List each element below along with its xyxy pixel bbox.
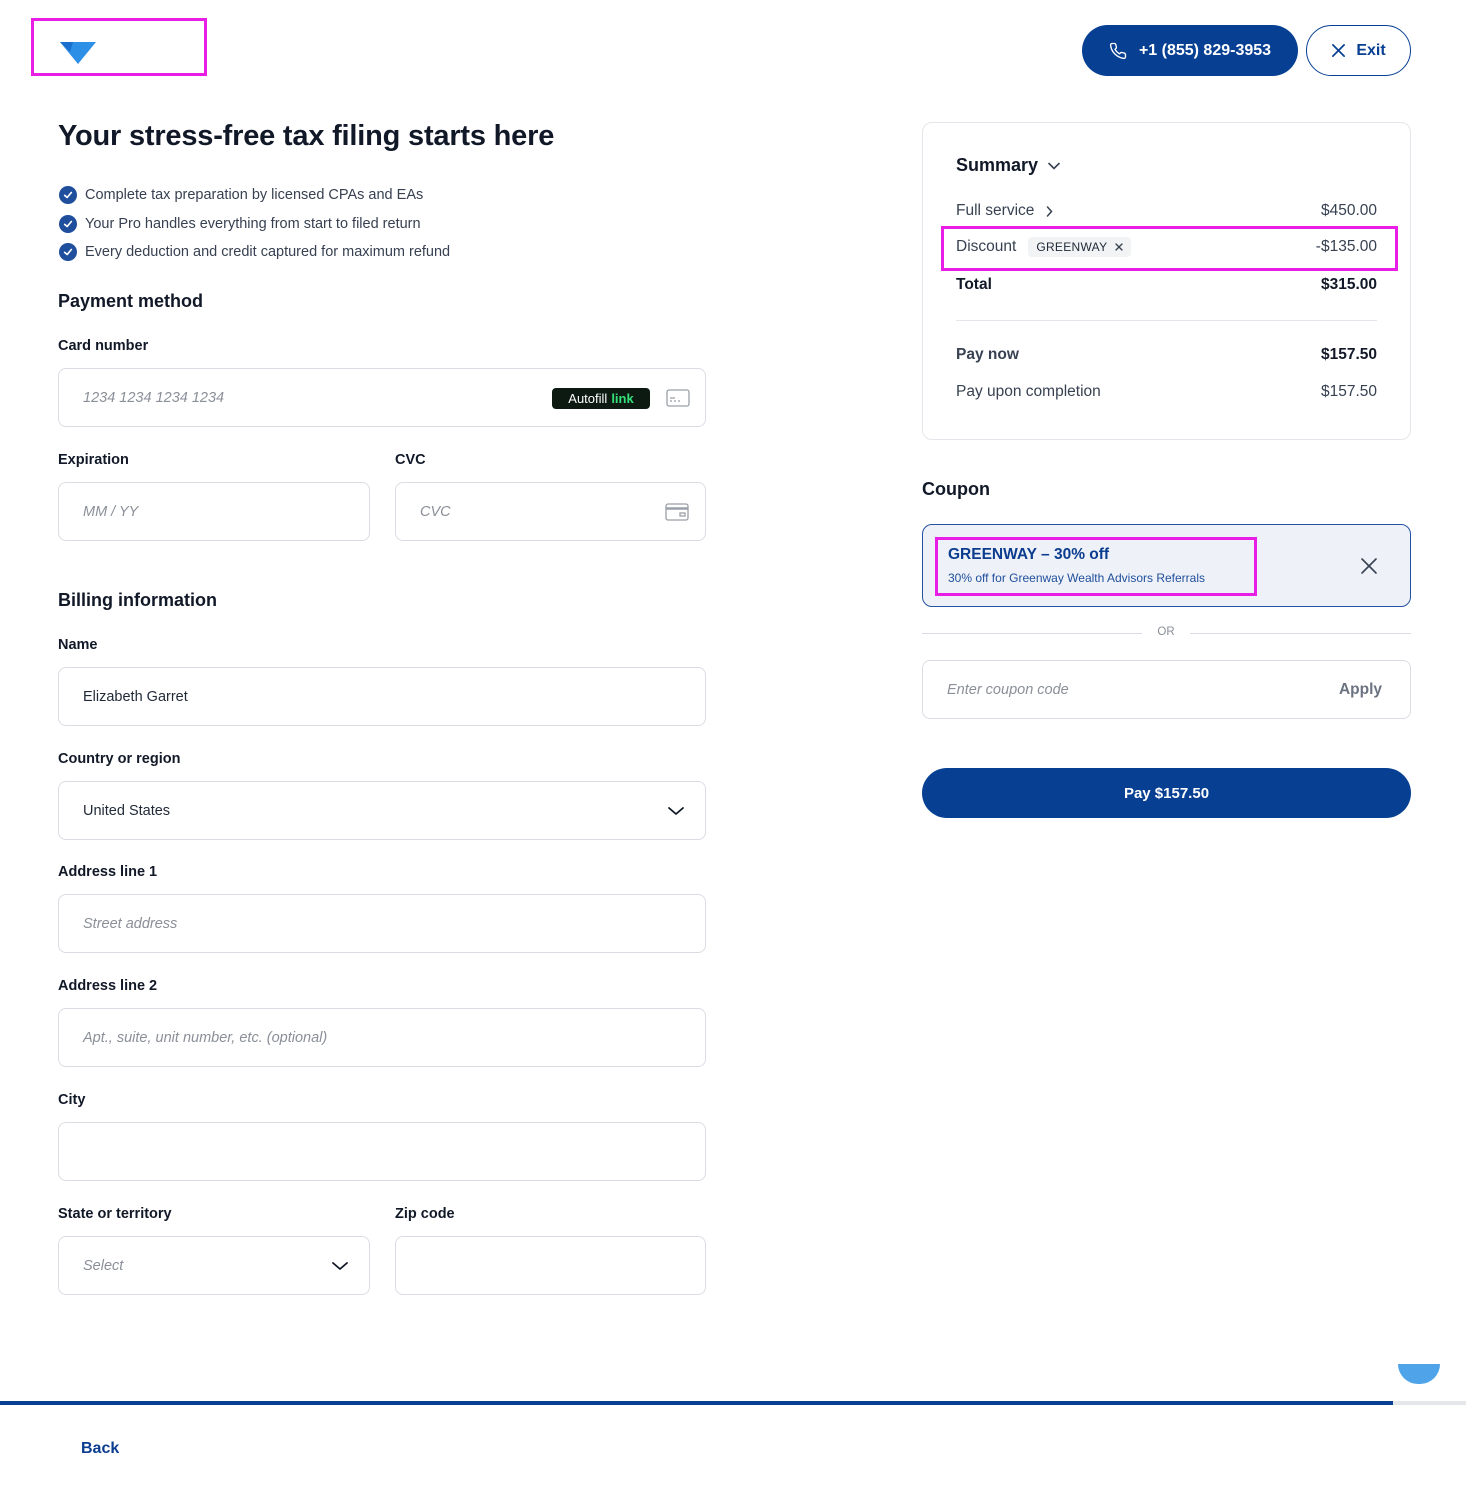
autofill-text: Autofill (568, 391, 608, 406)
remove-discount-icon[interactable] (1115, 243, 1124, 251)
discount-row: Discount GREENWAY -$135.00 (956, 237, 1377, 257)
coupon-title: Coupon (922, 479, 990, 499)
phone-label: +1 (855) 829-3953 (1138, 41, 1272, 59)
full-service-label: Full service (956, 202, 1035, 219)
logo-highlight (31, 18, 207, 76)
benefit-text: Your Pro handles everything from start t… (85, 215, 421, 232)
expiration-input[interactable]: MM / YY (58, 482, 370, 541)
benefit-text: Every deduction and credit captured for … (85, 244, 451, 261)
city-label: City (58, 1092, 86, 1108)
discount-label: Discount (956, 238, 1017, 255)
autofill-link-button[interactable]: Autofill link (552, 388, 650, 409)
state-select[interactable]: Select (58, 1236, 370, 1295)
applied-coupon-description: 30% off for Greenway Wealth Advisors Ref… (948, 571, 1206, 585)
chevron-down-icon (1048, 162, 1060, 170)
or-divider-left (922, 633, 1142, 634)
progress-fill (0, 1401, 1393, 1405)
full-service-value: $450.00 (1320, 202, 1377, 219)
coupon-code-input[interactable]: Enter coupon code Apply (922, 660, 1411, 719)
or-divider-text: OR (1157, 626, 1175, 638)
pay-now-value: $157.50 (1320, 346, 1377, 363)
total-value: $315.00 (1320, 276, 1377, 293)
phone-icon (1109, 42, 1127, 59)
pay-button[interactable]: Pay $157.50 (922, 768, 1411, 818)
progress-bar (0, 1401, 1466, 1405)
cvc-label: CVC (395, 452, 426, 468)
help-widget[interactable] (1398, 1364, 1440, 1384)
card-icon (666, 389, 690, 407)
address2-label: Address line 2 (58, 978, 158, 994)
exit-button[interactable]: Exit (1306, 25, 1411, 76)
remove-coupon-button[interactable] (1358, 555, 1380, 577)
total-label: Total (956, 276, 992, 293)
zip-input[interactable] (395, 1236, 706, 1295)
address2-placeholder: Apt., suite, unit number, etc. (optional… (83, 1029, 328, 1046)
benefit-item: Every deduction and credit captured for … (59, 238, 450, 267)
exit-label: Exit (1356, 41, 1386, 59)
card-number-label: Card number (58, 338, 149, 354)
apply-coupon-button[interactable]: Apply (1339, 681, 1382, 699)
check-circle-icon (59, 214, 77, 233)
discount-code: GREENWAY (1036, 240, 1108, 254)
pay-now-label: Pay now (956, 346, 1019, 363)
discount-value: -$135.00 (1315, 238, 1377, 255)
pay-later-row: Pay upon completion $157.50 (956, 383, 1377, 401)
name-value: Elizabeth Garret (83, 688, 188, 705)
close-icon (1332, 44, 1346, 57)
card-back-icon (665, 502, 689, 521)
benefit-item: Your Pro handles everything from start t… (59, 210, 450, 239)
address1-input[interactable]: Street address (58, 894, 706, 953)
page-title: Your stress-free tax filing starts here (58, 120, 555, 152)
cvc-placeholder: CVC (420, 503, 451, 520)
link-logo-text: link (611, 391, 634, 406)
benefit-item: Complete tax preparation by licensed CPA… (59, 181, 450, 210)
state-label: State or territory (58, 1206, 172, 1222)
summary-toggle[interactable]: Summary (956, 155, 1060, 176)
chevron-down-icon (668, 806, 684, 815)
check-circle-icon (59, 243, 77, 262)
full-service-row: Full service $450.00 (956, 202, 1377, 220)
billing-information-title: Billing information (58, 590, 217, 610)
address1-label: Address line 1 (58, 864, 158, 880)
close-icon (1361, 558, 1377, 574)
pay-later-label: Pay upon completion (956, 383, 1101, 400)
expiration-label: Expiration (58, 452, 129, 468)
discount-code-chip: GREENWAY (1028, 237, 1132, 257)
pay-later-value: $157.50 (1320, 383, 1377, 400)
zip-label: Zip code (395, 1206, 455, 1222)
chevron-right-icon (1047, 205, 1053, 217)
benefit-text: Complete tax preparation by licensed CPA… (85, 187, 424, 204)
chevron-down-icon (332, 1261, 348, 1270)
country-select[interactable]: United States (58, 781, 706, 840)
payment-method-title: Payment method (58, 291, 204, 311)
card-number-placeholder: 1234 1234 1234 1234 (83, 389, 225, 406)
call-button[interactable]: +1 (855) 829-3953 (1082, 25, 1298, 76)
applied-coupon-title: GREENWAY – 30% off (948, 546, 1110, 563)
address1-placeholder: Street address (83, 915, 178, 932)
name-label: Name (58, 637, 98, 653)
back-button[interactable]: Back (81, 1440, 119, 1458)
city-input[interactable] (58, 1122, 706, 1181)
check-circle-icon (59, 186, 77, 205)
pay-now-row: Pay now $157.50 (956, 346, 1377, 364)
summary-title: Summary (956, 155, 1039, 175)
summary-divider (956, 320, 1377, 321)
address2-input[interactable]: Apt., suite, unit number, etc. (optional… (58, 1008, 706, 1067)
cvc-input[interactable]: CVC (395, 482, 706, 541)
country-label: Country or region (58, 751, 181, 767)
coupon-code-placeholder: Enter coupon code (947, 681, 1069, 698)
full-service-toggle[interactable]: Full service (956, 202, 1053, 220)
country-value: United States (83, 802, 171, 819)
or-divider-right (1190, 633, 1411, 634)
state-placeholder: Select (83, 1257, 124, 1274)
total-row: Total $315.00 (956, 276, 1377, 294)
logo-icon (60, 42, 96, 64)
expiration-placeholder: MM / YY (83, 503, 139, 520)
name-input[interactable]: Elizabeth Garret (58, 667, 706, 726)
benefits-list: Complete tax preparation by licensed CPA… (59, 181, 450, 267)
